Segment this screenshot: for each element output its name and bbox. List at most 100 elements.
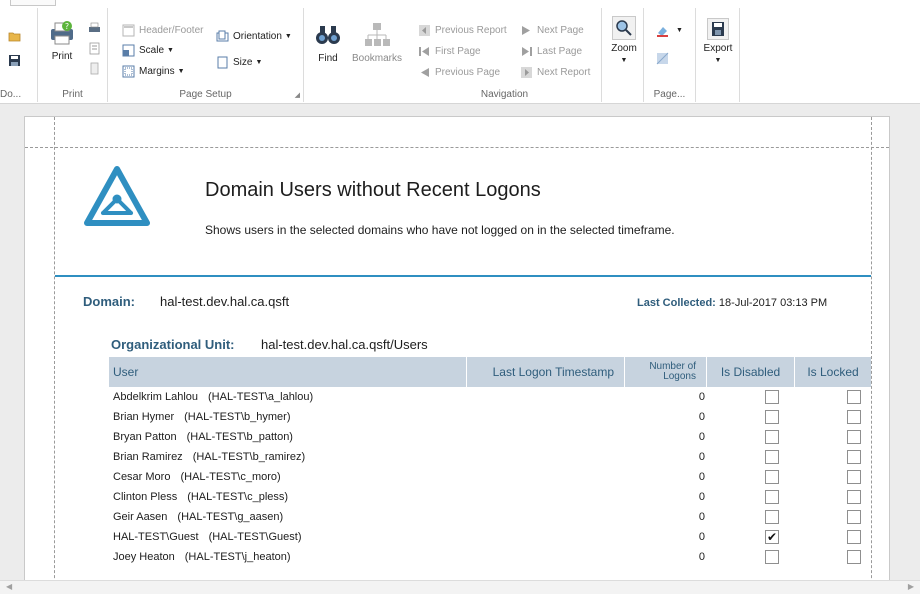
user-cell: HAL-TEST\Guest (HAL-TEST\Guest) [113, 527, 467, 547]
logons-cell: 0 [698, 511, 705, 523]
ou-label: Organizational Unit: [111, 337, 235, 352]
company-logo [83, 165, 151, 229]
print-button[interactable]: ? Print [42, 18, 82, 62]
table-row: Clinton Pless (HAL-TEST\c_pless) 0 [109, 487, 871, 507]
table-row: Brian Hymer (HAL-TEST\b_hymer) 0 [109, 407, 871, 427]
user-name: Geir Aasen [113, 511, 168, 523]
watermark-icon [656, 52, 669, 65]
domain-label: Domain: [83, 294, 135, 309]
last-logon-cell [467, 507, 615, 527]
ribbon: Do... ? Print Print Header/Footer Scale … [0, 0, 920, 104]
watermark-button[interactable] [656, 52, 673, 65]
column-header-disabled: Is Disabled [707, 357, 795, 387]
logons-cell: 0 [698, 491, 705, 503]
is-disabled-checkbox[interactable] [765, 450, 779, 464]
print-preview-button[interactable] [88, 42, 105, 55]
is-disabled-checkbox[interactable] [765, 510, 779, 524]
logons-cell: 0 [698, 531, 705, 543]
header-footer-button[interactable]: Header/Footer [122, 24, 203, 37]
last-collected-value: 18-Jul-2017 03:13 PM [718, 297, 828, 309]
domain-value: hal-test.dev.hal.ca.qsft [160, 294, 290, 309]
user-name: Abdelkrim Lahlou [113, 391, 198, 403]
is-locked-checkbox[interactable] [847, 450, 861, 464]
is-disabled-checkbox[interactable] [765, 550, 779, 564]
horizontal-scrollbar[interactable]: ◀ ▶ [0, 580, 920, 594]
user-cell: Cesar Moro (HAL-TEST\c_moro) [113, 467, 467, 487]
user-name: HAL-TEST\Guest [113, 531, 199, 543]
column-header-logons: Number of Logons [625, 357, 707, 387]
scale-icon [122, 44, 135, 57]
orientation-button[interactable]: Orientation ▼ [216, 30, 292, 43]
logons-cell: 0 [698, 471, 705, 483]
is-locked-checkbox[interactable] [847, 390, 861, 404]
logons-cell: 0 [698, 451, 705, 463]
quick-print-button[interactable] [88, 22, 105, 35]
size-button[interactable]: Size ▼ [216, 56, 262, 69]
zoom-button[interactable]: Zoom ▼ [604, 16, 644, 65]
orientation-caret-icon: ▼ [284, 33, 292, 40]
export-icon [707, 18, 729, 40]
is-disabled-checkbox[interactable] [765, 410, 779, 424]
user-account: (HAL-TEST\c_moro) [180, 471, 281, 483]
previous-page-button[interactable]: Previous Page [418, 66, 500, 79]
report-viewer[interactable]: Domain Users without Recent Logons Shows… [0, 104, 920, 594]
last-logon-cell [467, 527, 615, 547]
is-locked-checkbox[interactable] [847, 410, 861, 424]
scale-button[interactable]: Scale ▼ [122, 44, 174, 57]
is-locked-checkbox[interactable] [847, 530, 861, 544]
zoom-icon [612, 16, 636, 40]
scroll-left-icon[interactable]: ◀ [6, 582, 12, 591]
scroll-right-icon[interactable]: ▶ [908, 582, 914, 591]
column-header-user: User [109, 357, 467, 387]
is-disabled-checkbox[interactable] [765, 490, 779, 504]
page-options-button[interactable] [88, 62, 105, 75]
last-logon-cell [467, 487, 615, 507]
printer-small-icon [88, 22, 101, 35]
page-margin-guide-top [25, 147, 889, 148]
user-account: (HAL-TEST\b_patton) [186, 431, 293, 443]
last-logon-cell [467, 467, 615, 487]
next-page-button[interactable]: Next Page [520, 24, 584, 37]
last-logon-cell [467, 387, 615, 407]
printer-icon: ? [47, 18, 77, 48]
is-locked-checkbox[interactable] [847, 510, 861, 524]
is-locked-checkbox[interactable] [847, 470, 861, 484]
report-description: Shows users in the selected domains who … [205, 223, 675, 237]
is-locked-checkbox[interactable] [847, 490, 861, 504]
is-disabled-checkbox[interactable]: ✔ [765, 530, 779, 544]
is-locked-checkbox[interactable] [847, 430, 861, 444]
find-button-label: Find [318, 53, 338, 64]
margins-caret-icon: ▼ [177, 68, 185, 75]
is-disabled-checkbox[interactable] [765, 390, 779, 404]
users-table: User Last Logon Timestamp Number of Logo… [109, 357, 871, 567]
bookmarks-button[interactable]: Bookmarks [350, 20, 404, 64]
folder-icon [8, 30, 21, 43]
first-page-button[interactable]: First Page [418, 45, 481, 58]
table-row: Bryan Patton (HAL-TEST\b_patton) 0 [109, 427, 871, 447]
page-setup-launcher-icon[interactable]: ◢ [295, 91, 300, 99]
page-group-label: Page... [653, 89, 686, 100]
last-page-button[interactable]: Last Page [520, 45, 582, 58]
save-button[interactable] [8, 54, 25, 67]
user-account: (HAL-TEST\j_heaton) [184, 551, 291, 563]
page-setup-group-label: Page Setup [179, 89, 232, 100]
export-button[interactable]: Export ▼ [698, 18, 738, 65]
user-cell: Clinton Pless (HAL-TEST\c_pless) [113, 487, 467, 507]
previous-report-button[interactable]: Previous Report [418, 24, 507, 37]
header-footer-icon [122, 24, 135, 37]
table-row: Abdelkrim Lahlou (HAL-TEST\a_lahlou) 0 [109, 387, 871, 407]
is-disabled-checkbox[interactable] [765, 470, 779, 484]
user-cell: Brian Ramirez (HAL-TEST\b_ramirez) [113, 447, 467, 467]
margins-button[interactable]: Margins ▼ [122, 65, 185, 78]
is-locked-checkbox[interactable] [847, 550, 861, 564]
page-icon [88, 62, 101, 75]
ribbon-tab[interactable] [10, 0, 56, 6]
next-report-button[interactable]: Next Report [520, 66, 590, 79]
document-group-label: Do... [0, 89, 22, 100]
previous-page-icon [418, 66, 431, 79]
open-button[interactable] [8, 30, 25, 43]
find-button[interactable]: Find [308, 20, 348, 64]
is-disabled-checkbox[interactable] [765, 430, 779, 444]
page-color-button[interactable]: ▼ [656, 24, 683, 37]
page-color-icon [656, 24, 669, 37]
